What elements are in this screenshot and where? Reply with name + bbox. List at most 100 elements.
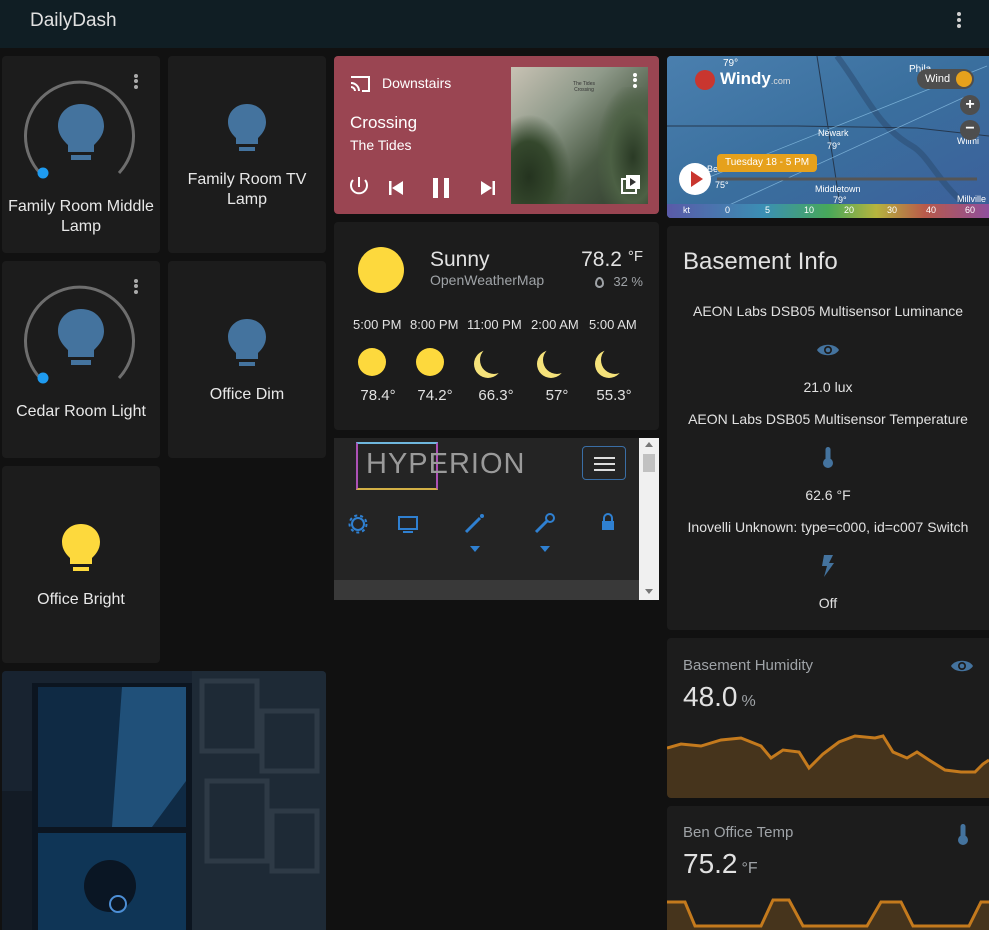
history-graph <box>667 898 989 930</box>
light-card-office-bright[interactable]: Office Bright <box>2 466 160 663</box>
scale-label: 20 <box>844 205 855 215</box>
map-temp: 79° <box>723 58 739 69</box>
windy-logo-icon <box>695 70 715 90</box>
light-name: Office Bright <box>37 591 125 608</box>
dots-vertical-icon <box>957 12 961 16</box>
sensor-card-basement-humidity[interactable]: Basement Humidity 48.0% <box>667 638 989 798</box>
wrench-icon[interactable] <box>534 513 555 552</box>
hamburger-menu-button[interactable] <box>582 446 626 480</box>
forecast-temp: 78.4° <box>360 387 396 404</box>
zoom-in-button[interactable]: + <box>960 95 980 115</box>
timeline-timestamp[interactable]: Tuesday 18 - 5 PM <box>717 154 818 172</box>
map-place: Middletown <box>815 184 861 194</box>
entity-value[interactable]: Off <box>667 595 989 611</box>
weather-condition: Sunny <box>430 248 490 271</box>
forecast-temp: 74.2° <box>417 387 453 404</box>
scale-label: 5 <box>765 205 771 215</box>
forecast-temp: 66.3° <box>478 387 514 404</box>
light-name: Cedar Room Light <box>16 403 146 420</box>
entity-name: AEON Labs DSB05 Multisensor Temperature <box>688 411 968 427</box>
scale-unit: kt <box>683 205 691 215</box>
settings-icon[interactable] <box>348 514 368 534</box>
forecast-temp: 55.3° <box>596 387 632 404</box>
next-track-button[interactable] <box>481 181 495 195</box>
pause-button[interactable] <box>433 178 449 198</box>
sensor-card-ben-office-temp[interactable]: Ben Office Temp 75.2 °F <box>667 806 989 930</box>
forecast-time: 11:00 PM <box>467 317 522 332</box>
scale-label: 30 <box>887 205 898 215</box>
scale-label: 40 <box>926 205 937 215</box>
app-title: DailyDash <box>30 10 117 31</box>
flash-icon[interactable] <box>821 555 835 577</box>
top-app-bar: DailyDash <box>0 0 989 48</box>
sensor-value: 48.0 <box>683 681 738 712</box>
entity-value[interactable]: 62.6 °F <box>667 487 989 503</box>
album-art: The Tides Crossing <box>511 67 648 204</box>
monitor-icon[interactable] <box>398 516 418 533</box>
light-card-cedar-room-light[interactable]: Cedar Room Light <box>2 261 160 458</box>
entity-value[interactable]: 21.0 lux <box>667 379 989 395</box>
forecast-time: 5:00 PM <box>353 317 402 332</box>
media-title: Crossing <box>350 113 418 132</box>
night-icon <box>543 346 571 374</box>
overflow-menu-button[interactable] <box>951 10 967 32</box>
weather-forecast-card[interactable]: Sunny OpenWeatherMap 78.2 °F 32 % 5:00 P… <box>334 222 659 430</box>
scrollbar-thumb[interactable] <box>643 454 655 472</box>
forecast-time: 5:00 AM <box>589 317 637 332</box>
water-percent-icon <box>594 277 604 289</box>
cast-icon <box>350 76 370 92</box>
windy-map-card[interactable]: Windy.com 79° Phila Newark 79° Wilmi Mid… <box>667 56 989 218</box>
map-place: Newark <box>818 128 849 138</box>
sunny-icon <box>358 247 404 293</box>
light-card-office-dim[interactable]: Office Dim <box>168 261 326 458</box>
sensor-value: 75.2 <box>683 848 738 879</box>
entity-name: Inovelli Unknown: type=c000, id=c007 Swi… <box>687 519 969 535</box>
map-place: Millville <box>957 194 986 204</box>
media-more-button[interactable] <box>630 71 640 91</box>
entity-name: AEON Labs DSB05 Multisensor Luminance <box>692 303 964 319</box>
previous-track-button[interactable] <box>389 181 403 195</box>
zoom-out-button[interactable]: − <box>960 120 980 140</box>
card-title: Basement Info <box>683 248 838 275</box>
brightness-dial[interactable] <box>2 56 160 196</box>
scale-label: 0 <box>725 205 731 215</box>
hyperion-iframe-card[interactable]: HYPERION <box>334 438 659 600</box>
power-button[interactable] <box>350 177 368 195</box>
scrollbar[interactable] <box>639 438 659 600</box>
anime-room-image <box>2 671 326 930</box>
play-button[interactable] <box>679 163 711 195</box>
lightbulb-icon <box>228 319 266 366</box>
sensor-name: Ben Office Temp <box>683 824 794 841</box>
magic-wand-icon[interactable] <box>464 514 484 552</box>
light-card-family-room-tv-lamp[interactable]: Family Room TV Lamp <box>168 56 326 253</box>
scale-label: 10 <box>804 205 815 215</box>
light-name: Family Room TV Lamp <box>187 171 307 208</box>
forecast-time: 8:00 PM <box>410 317 459 332</box>
humidity-value: 32 % <box>613 274 643 289</box>
sensor-name: Basement Humidity <box>683 657 814 674</box>
scale-label: 60 <box>965 205 976 215</box>
lightbulb-icon <box>228 104 266 151</box>
history-graph <box>667 734 989 798</box>
layer-label: Wind <box>925 73 951 85</box>
lightbulb-icon <box>58 309 104 365</box>
lock-icon[interactable] <box>602 513 614 530</box>
light-card-family-room-middle-lamp[interactable]: Family Room Middle Lamp <box>2 56 160 253</box>
sensor-unit: °F <box>741 860 758 877</box>
layer-button[interactable]: Wind <box>917 69 975 89</box>
thermometer-icon <box>958 824 968 845</box>
thermometer-icon[interactable] <box>822 447 834 469</box>
wind-icon <box>956 71 973 87</box>
night-icon <box>480 346 508 374</box>
browse-media-icon[interactable] <box>620 174 642 196</box>
album-art-text: The Tides Crossing <box>573 81 595 93</box>
media-player-card[interactable]: The Tides Crossing Downstairs Crossing T… <box>334 56 659 214</box>
map-temp: 75° <box>715 180 729 190</box>
lightbulb-icon <box>62 524 100 571</box>
basement-info-card: Basement Info AEON Labs DSB05 Multisenso… <box>667 226 989 630</box>
temperature-unit: °F <box>627 248 643 265</box>
brightness-dial[interactable] <box>2 261 160 401</box>
eye-icon[interactable] <box>816 342 840 358</box>
night-icon <box>601 346 629 374</box>
media-artist: The Tides <box>350 137 412 153</box>
